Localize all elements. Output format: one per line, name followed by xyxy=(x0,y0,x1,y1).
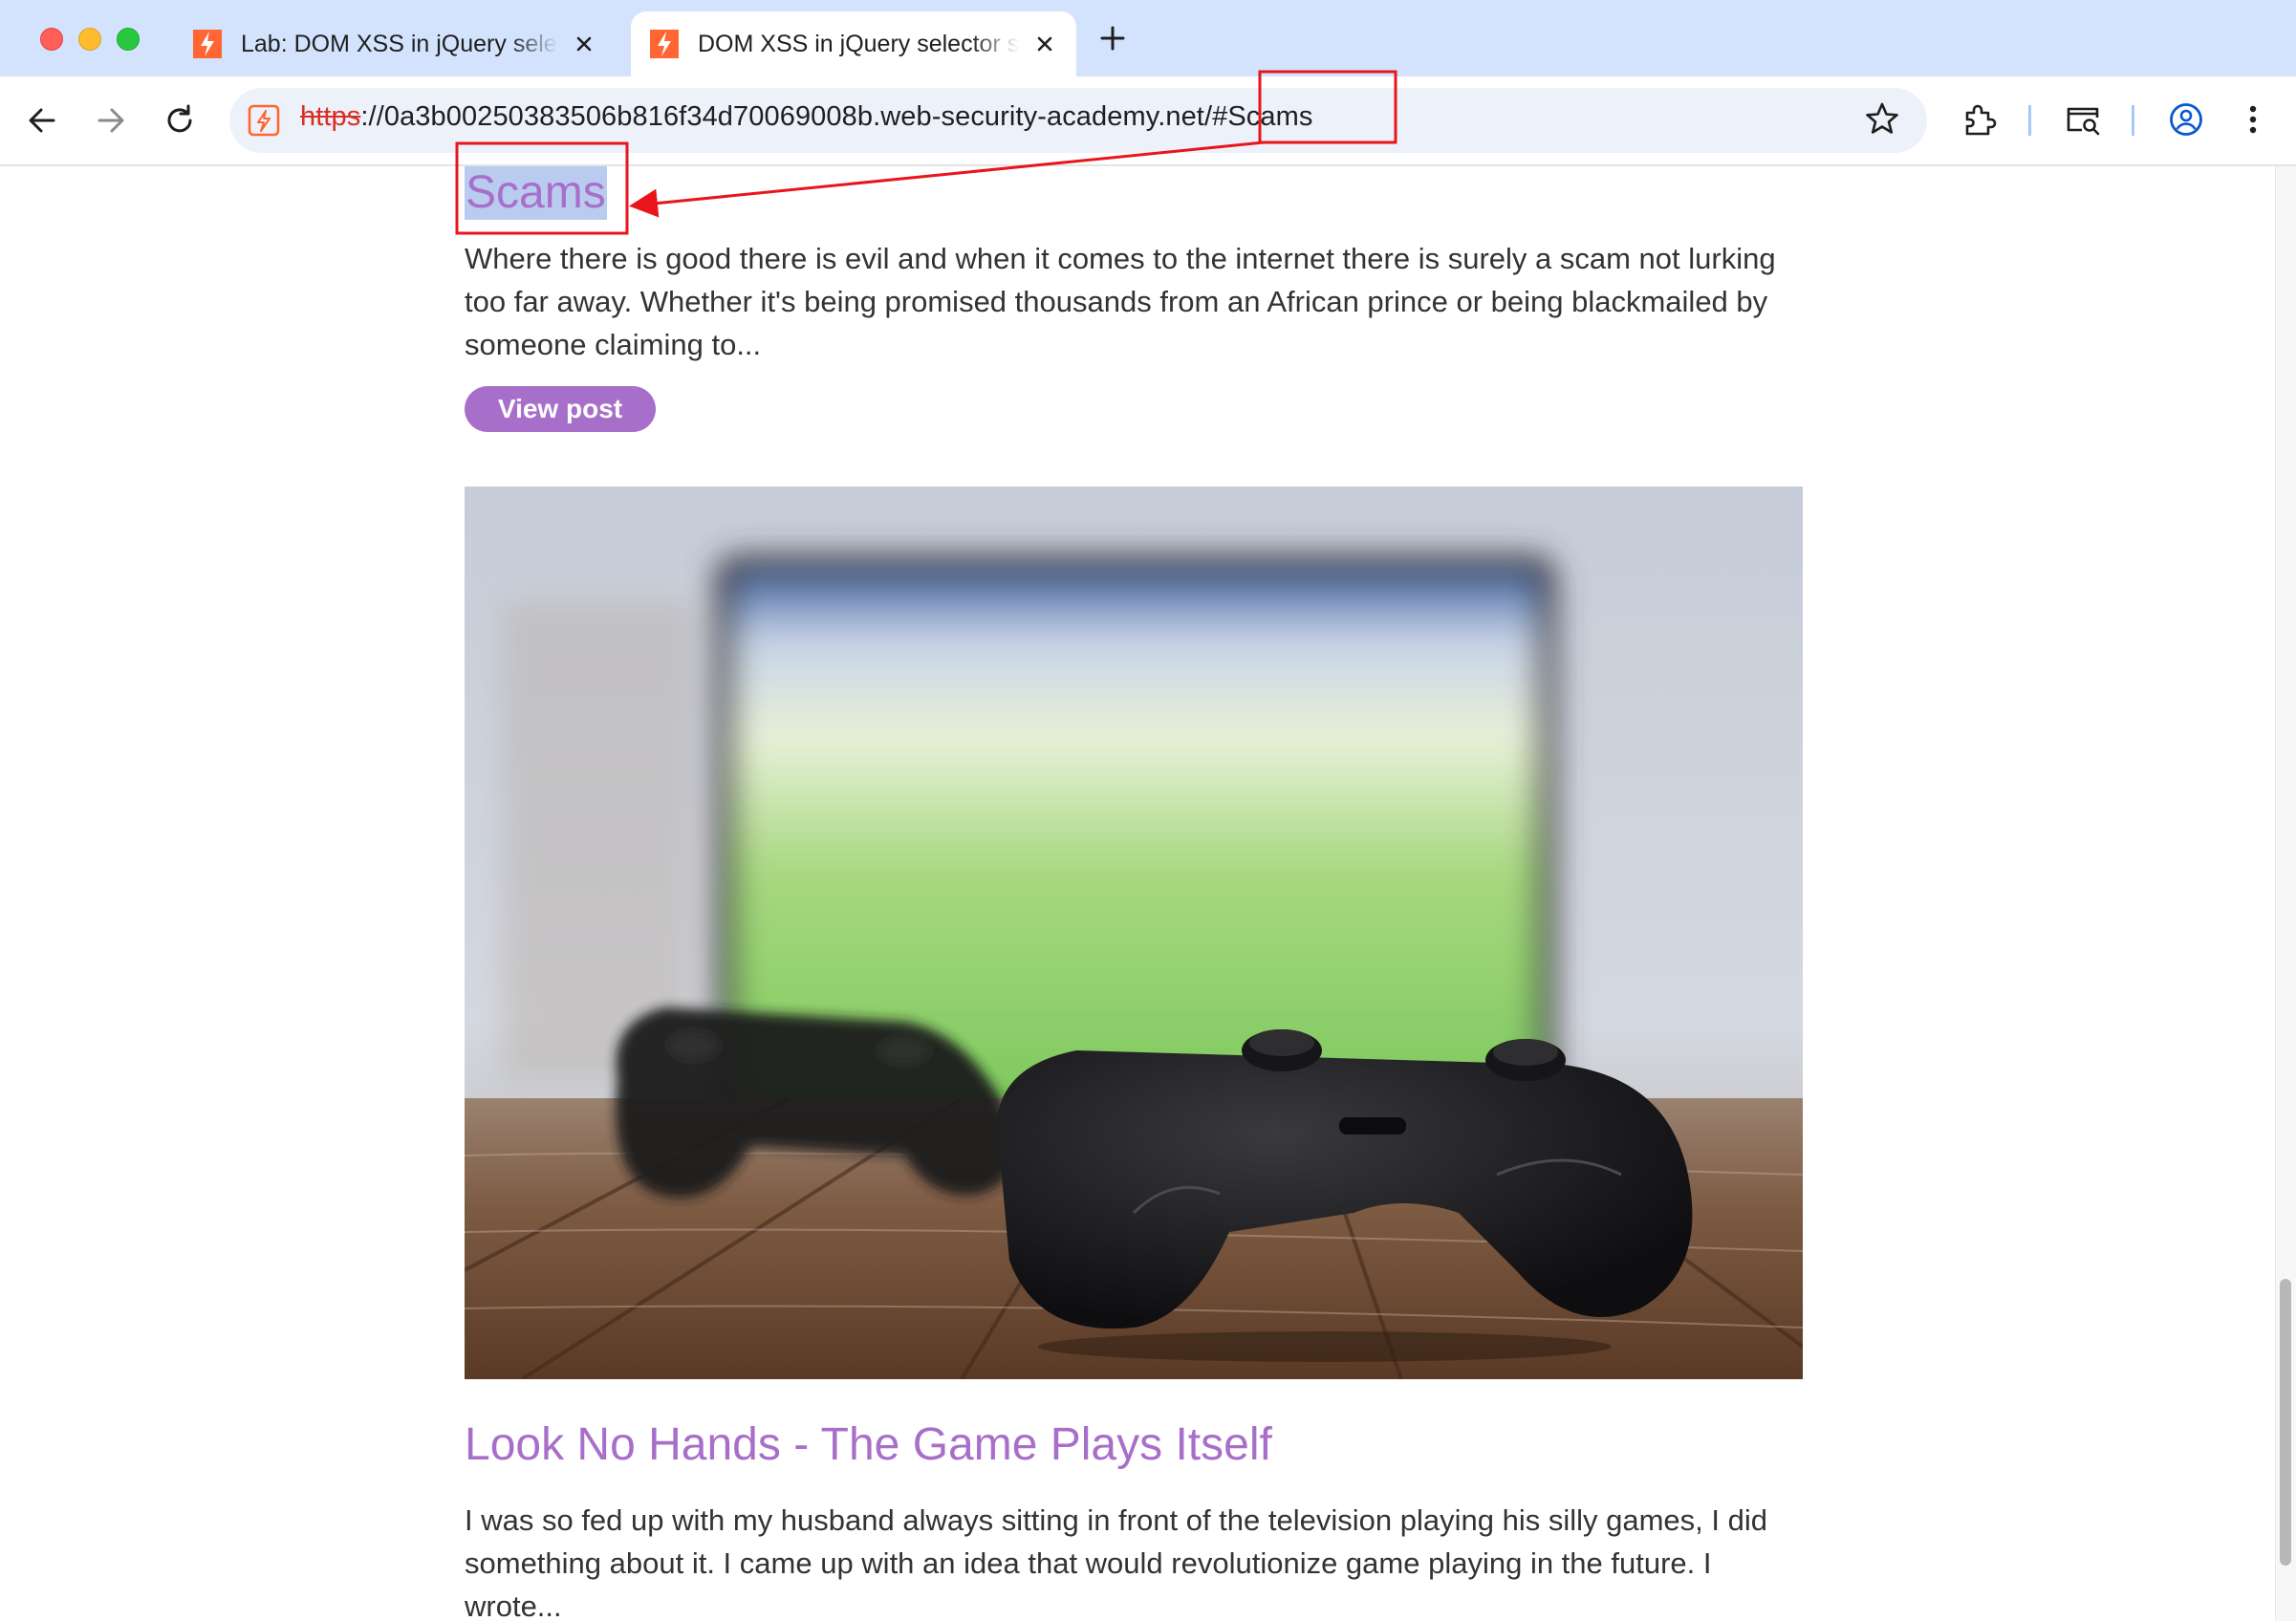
tab-title: DOM XSS in jQuery selector sink using a … xyxy=(698,30,1019,57)
forward-icon[interactable] xyxy=(90,99,132,141)
minimize-window-button[interactable] xyxy=(78,28,101,51)
bookmark-star-icon[interactable] xyxy=(1862,99,1902,140)
portswigger-favicon-icon xyxy=(193,30,222,58)
toolbar-divider xyxy=(2028,105,2031,136)
post-title-look-no-hands[interactable]: Look No Hands - The Game Plays Itself xyxy=(465,1418,1272,1471)
tab-strip: Lab: DOM XSS in jQuery selector sink usi… xyxy=(0,0,2296,76)
page-content: Scams Where there is good there is evil … xyxy=(0,166,2275,1621)
tab-title: Lab: DOM XSS in jQuery selector sink usi… xyxy=(241,30,558,57)
url-rest: ://0a3b00250383506b816f34d70069008b.web-… xyxy=(360,101,1313,132)
reload-icon[interactable] xyxy=(159,99,201,141)
more-menu-icon[interactable] xyxy=(2233,99,2273,140)
back-icon[interactable] xyxy=(21,99,63,141)
tab-close-icon[interactable] xyxy=(572,32,596,56)
site-info-icon[interactable] xyxy=(247,103,281,138)
toolbar-divider xyxy=(2132,105,2134,136)
url-text[interactable]: https://0a3b00250383506b816f34d70069008b… xyxy=(300,101,1312,133)
maximize-window-button[interactable] xyxy=(117,28,140,51)
view-post-button[interactable]: View post xyxy=(465,386,656,432)
tab-lab[interactable]: Lab: DOM XSS in jQuery selector sink usi… xyxy=(174,11,616,76)
post-excerpt-look-no-hands: I was so fed up with my husband always s… xyxy=(465,1503,1767,1621)
tab-search-icon[interactable] xyxy=(2063,99,2103,140)
url-scheme: https xyxy=(300,101,361,132)
close-window-button[interactable] xyxy=(40,28,63,51)
game-controllers-image[interactable] xyxy=(465,486,1803,1379)
tab-close-icon[interactable] xyxy=(1032,32,1057,56)
post-excerpt-scams: Where there is good there is evil and wh… xyxy=(465,242,1776,361)
new-tab-icon[interactable] xyxy=(1097,23,1128,54)
extensions-icon[interactable] xyxy=(1960,99,2000,140)
post-title-scams[interactable]: Scams xyxy=(465,166,607,220)
page-scrollbar-thumb[interactable] xyxy=(2280,1279,2291,1566)
tab-dom-xss[interactable]: DOM XSS in jQuery selector sink using a … xyxy=(631,11,1076,76)
portswigger-favicon-icon xyxy=(650,30,679,58)
profile-avatar-icon[interactable] xyxy=(2166,99,2206,140)
